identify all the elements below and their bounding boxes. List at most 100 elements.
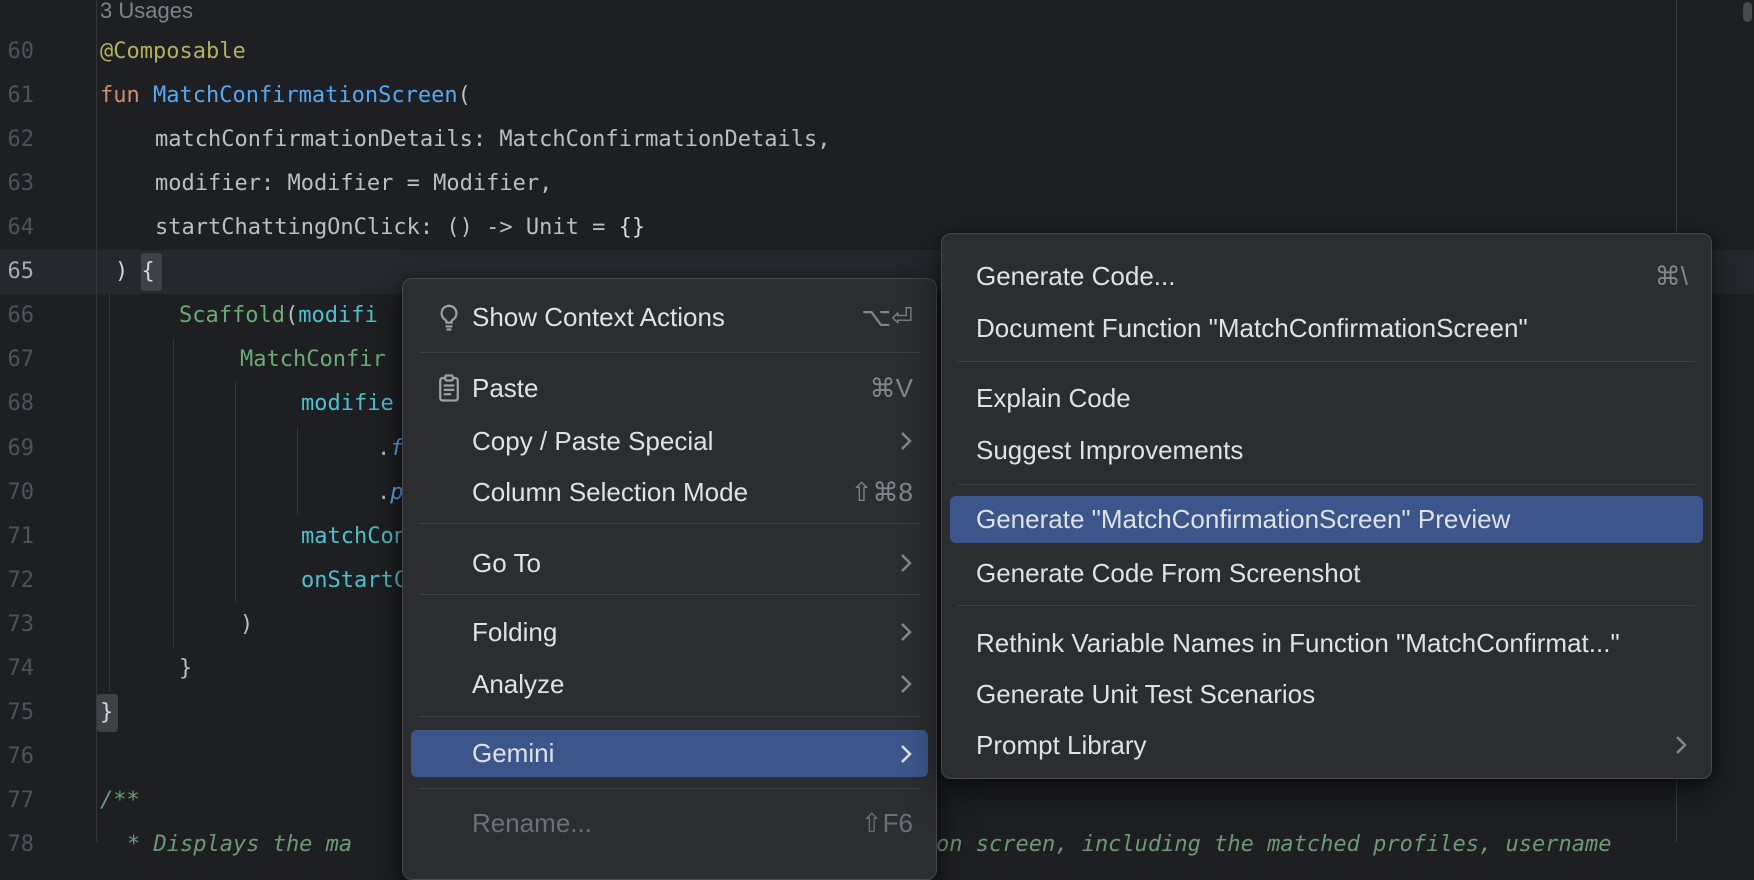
line-number: 62 [0,118,34,162]
code-line-current: ) { [115,250,155,294]
line-number: 71 [0,515,34,559]
indent-guide [235,382,236,603]
menu-shortcut: ⌘V [870,373,928,404]
code-line-fragment: on screen, including the matched profile… [936,823,1612,867]
menu-item-label: Column Selection Mode [472,477,748,508]
code-line: modifie [301,382,394,426]
menu-item-generate-code-from-screenshot[interactable]: Generate Code From Screenshot [950,551,1703,595]
menu-shortcut: ⇧F6 [861,808,928,839]
menu-item-paste[interactable]: Paste ⌘V [411,366,928,410]
chevron-right-icon [900,622,912,642]
menu-separator [419,716,920,717]
line-number: 68 [0,382,34,426]
menu-item-prompt-library[interactable]: Prompt Library [950,723,1703,767]
menu-item-label: Generate Unit Test Scenarios [976,679,1315,710]
menu-separator [958,484,1695,485]
chevron-right-icon [900,553,912,573]
menu-item-explain-code[interactable]: Explain Code [950,376,1703,420]
chevron-right-icon [1675,735,1687,755]
usages-inlay-hint[interactable]: 3 Usages [100,0,193,33]
menu-item-label: Suggest Improvements [976,435,1243,466]
menu-separator [419,594,920,595]
scrollbar-thumb[interactable] [1743,2,1752,22]
menu-separator [419,523,920,524]
line-number: 67 [0,338,34,382]
menu-item-column-selection-mode[interactable]: Column Selection Mode ⇧⌘8 [411,470,928,514]
indent-guide [173,338,174,647]
line-number: 64 [0,206,34,250]
code-line: /** [100,779,140,823]
menu-item-label: Go To [472,548,541,579]
code-line: onStartC [301,559,407,603]
lightbulb-icon [434,302,464,332]
menu-shortcut: ⌥⏎ [861,302,928,333]
menu-separator [419,788,920,789]
line-number: 66 [0,294,34,338]
line-number: 73 [0,603,34,647]
line-number: 75 [0,691,34,735]
line-number: 60 [0,30,34,74]
menu-item-analyze[interactable]: Analyze [411,662,928,706]
menu-item-label: Rename... [472,808,592,839]
menu-item-copy-paste-special[interactable]: Copy / Paste Special [411,419,928,463]
menu-item-label: Folding [472,617,557,648]
indent-guide [297,427,298,515]
code-line: matchCon [301,515,407,559]
menu-item-label: Generate Code From Screenshot [976,558,1360,589]
code-line: * Displays the ma [127,823,352,867]
menu-item-rename[interactable]: Rename... ⇧F6 [411,801,928,845]
menu-shortcut: ⇧⌘8 [851,477,928,508]
code-line: } [100,691,113,735]
menu-shortcut: ⌘\ [1655,261,1703,292]
gemini-submenu: Generate Code... ⌘\ Document Function "M… [941,233,1712,779]
line-number: 77 [0,779,34,823]
menu-item-label: Document Function "MatchConfirmationScre… [976,313,1528,344]
menu-item-generate-unit-test-scenarios[interactable]: Generate Unit Test Scenarios [950,672,1703,716]
menu-item-gemini[interactable]: Gemini [411,730,928,777]
editor-context-menu: Show Context Actions ⌥⏎ Paste ⌘V Copy / … [402,278,937,880]
code-line: startChattingOnClick: () -> Unit = {} [155,206,645,250]
line-number: 69 [0,427,34,471]
line-number: 61 [0,74,34,118]
menu-item-suggest-improvements[interactable]: Suggest Improvements [950,428,1703,472]
code-line: ) [240,603,253,647]
line-number: 72 [0,559,34,603]
menu-item-go-to[interactable]: Go To [411,541,928,585]
menu-item-label: Prompt Library [976,730,1147,761]
line-number: 78 [0,823,34,867]
menu-item-generate-code[interactable]: Generate Code... ⌘\ [950,254,1703,298]
line-number: 63 [0,162,34,206]
line-number: 76 [0,735,34,779]
menu-item-label: Rethink Variable Names in Function "Matc… [976,628,1620,659]
menu-item-label: Paste [472,373,539,404]
code-line: Scaffold(modifi [179,294,378,338]
menu-item-label: Explain Code [976,383,1131,414]
clipboard-icon [434,373,464,403]
menu-separator [958,361,1695,362]
menu-item-generate-preview[interactable]: Generate "MatchConfirmationScreen" Previ… [950,496,1703,543]
menu-item-label: Copy / Paste Special [472,426,713,457]
menu-separator [419,352,920,353]
indent-guide [109,294,110,691]
line-number-active: 65 [0,250,34,294]
menu-item-label: Generate "MatchConfirmationScreen" Previ… [976,504,1510,535]
line-number: 74 [0,647,34,691]
code-line: @Composable [100,30,246,74]
menu-item-label: Generate Code... [976,261,1175,292]
chevron-right-icon [900,674,912,694]
line-number: 70 [0,471,34,515]
menu-item-document-function[interactable]: Document Function "MatchConfirmationScre… [950,306,1703,350]
code-line: } [179,647,192,691]
menu-item-label: Analyze [472,669,565,700]
menu-item-folding[interactable]: Folding [411,610,928,654]
menu-item-label: Show Context Actions [472,302,725,333]
code-line: modifier: Modifier = Modifier, [155,162,552,206]
code-line: matchConfirmationDetails: MatchConfirmat… [155,118,831,162]
code-line: MatchConfir [240,338,386,382]
menu-item-show-context-actions[interactable]: Show Context Actions ⌥⏎ [411,295,928,339]
menu-separator [958,605,1695,606]
menu-item-label: Gemini [472,738,554,769]
chevron-right-icon [900,431,912,451]
menu-item-rethink-variable-names[interactable]: Rethink Variable Names in Function "Matc… [950,621,1703,665]
code-line: fun MatchConfirmationScreen( [100,74,471,118]
